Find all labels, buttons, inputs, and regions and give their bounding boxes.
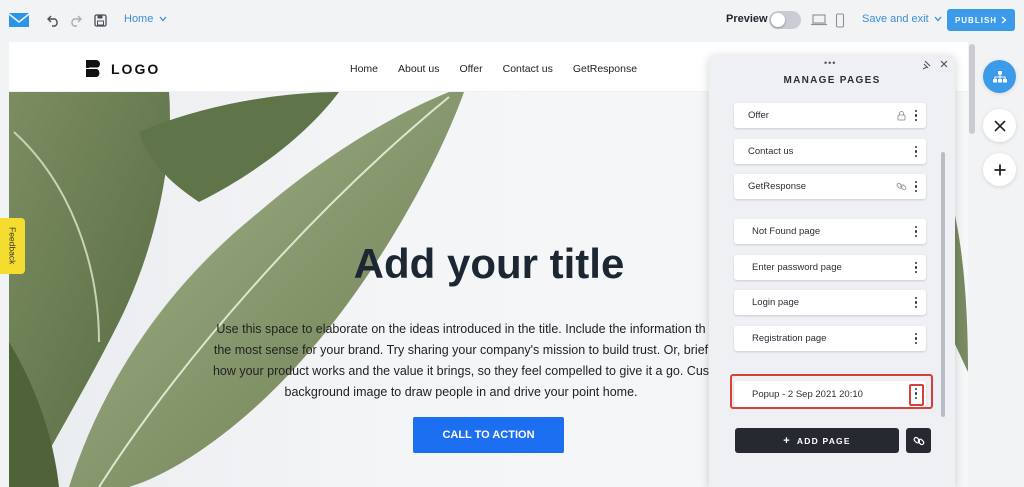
popup-highlight-box <box>730 374 933 409</box>
feedback-tab[interactable]: Feedback <box>0 218 25 274</box>
nav-contact-us[interactable]: Contact us <box>503 63 553 75</box>
link-icon <box>913 436 924 445</box>
link-icon <box>896 182 907 191</box>
page-item-label: Enter password page <box>752 262 842 273</box>
add-element-button[interactable] <box>983 153 1016 186</box>
more-options-icon[interactable] <box>912 179 920 194</box>
pin-icon[interactable] <box>922 60 932 70</box>
publish-button[interactable]: PUBLISH <box>947 9 1015 31</box>
undo-icon[interactable] <box>43 9 65 31</box>
top-toolbar: Home Preview Save and exit PUBLISH <box>0 0 1024 40</box>
hero-text-line: how your product works and the value it … <box>212 364 710 378</box>
save-and-exit-dropdown[interactable]: Save and exit <box>862 13 942 25</box>
nav-about-us[interactable]: About us <box>398 63 439 75</box>
page-selector-label: Home <box>124 13 154 25</box>
page-item-getresponse[interactable]: GetResponse <box>734 174 926 199</box>
page-item-not-found[interactable]: Not Found page <box>734 219 926 244</box>
plus-icon <box>994 164 1005 175</box>
sitemap-icon <box>992 70 1007 82</box>
more-options-icon[interactable] <box>912 260 920 275</box>
publish-label: PUBLISH <box>954 15 998 25</box>
save-and-exit-label: Save and exit <box>862 13 929 25</box>
drag-handle-icon[interactable]: ••• <box>824 58 836 68</box>
page-item-label: Contact us <box>748 146 794 157</box>
chevron-down-icon <box>934 16 942 22</box>
nav-offer[interactable]: Offer <box>459 63 482 75</box>
page-item-registration[interactable]: Registration page <box>734 326 926 351</box>
chevron-down-icon <box>159 16 167 22</box>
panel-scrollbar[interactable] <box>941 152 945 417</box>
panel-title: MANAGE PAGES <box>783 75 881 86</box>
preview-toggle[interactable] <box>769 11 801 29</box>
mail-logo-icon[interactable] <box>8 9 30 31</box>
more-options-icon[interactable] <box>912 224 920 239</box>
page-item-label: Registration page <box>752 333 827 344</box>
close-icon[interactable] <box>939 59 949 69</box>
hero-body-text[interactable]: Use this space to elaborate on the ideas… <box>201 319 721 403</box>
site-navigation: Home About us Offer Contact us GetRespon… <box>350 63 637 75</box>
page-item-label: GetResponse <box>748 181 807 192</box>
sitemap-button[interactable] <box>983 60 1016 93</box>
page-item-enter-password[interactable]: Enter password page <box>734 255 926 280</box>
preview-label: Preview <box>726 13 768 25</box>
more-options-icon[interactable] <box>912 331 920 346</box>
more-options-icon[interactable] <box>912 295 920 310</box>
add-page-button[interactable]: + ADD PAGE <box>735 428 899 453</box>
logo-text: LOGO <box>111 60 161 77</box>
nav-home[interactable]: Home <box>350 63 378 75</box>
plus-icon: + <box>783 434 791 447</box>
add-page-label: ADD PAGE <box>796 435 851 446</box>
hero-text-line: Use this space to elaborate on the ideas… <box>216 322 706 336</box>
site-logo[interactable]: LOGO <box>85 59 160 78</box>
redo-icon[interactable] <box>64 9 86 31</box>
add-link-button[interactable] <box>906 428 931 453</box>
hero-title[interactable]: Add your title <box>209 240 769 288</box>
page-item-label: Not Found page <box>752 226 821 237</box>
page-selector-dropdown[interactable]: Home <box>124 13 167 25</box>
more-options-icon[interactable] <box>912 144 920 159</box>
hero-text-line: background image to draw people in and d… <box>284 385 638 399</box>
feedback-label: Feedback <box>7 227 18 265</box>
save-icon[interactable] <box>89 9 111 31</box>
page-item-offer[interactable]: Offer <box>734 103 926 128</box>
hero-text-line: the most sense for your brand. Try shari… <box>213 343 709 357</box>
mobile-view-icon[interactable] <box>829 9 851 31</box>
more-options-icon[interactable] <box>912 108 920 123</box>
desktop-view-icon[interactable] <box>808 9 830 31</box>
lock-icon <box>897 111 906 121</box>
chevron-right-icon <box>1001 16 1007 24</box>
close-icon <box>993 119 1006 132</box>
logo-mark-icon <box>86 60 103 77</box>
page-item-label: Login page <box>752 297 800 308</box>
page-item-login[interactable]: Login page <box>734 290 926 315</box>
canvas-scrollbar[interactable] <box>969 44 975 134</box>
close-panel-button[interactable] <box>983 109 1016 142</box>
call-to-action-button[interactable]: CALL TO ACTION <box>413 417 564 453</box>
page-item-contact-us[interactable]: Contact us <box>734 139 926 164</box>
nav-getresponse[interactable]: GetResponse <box>573 63 637 75</box>
kebab-highlight-box <box>909 384 924 406</box>
page-item-label: Offer <box>748 110 769 121</box>
